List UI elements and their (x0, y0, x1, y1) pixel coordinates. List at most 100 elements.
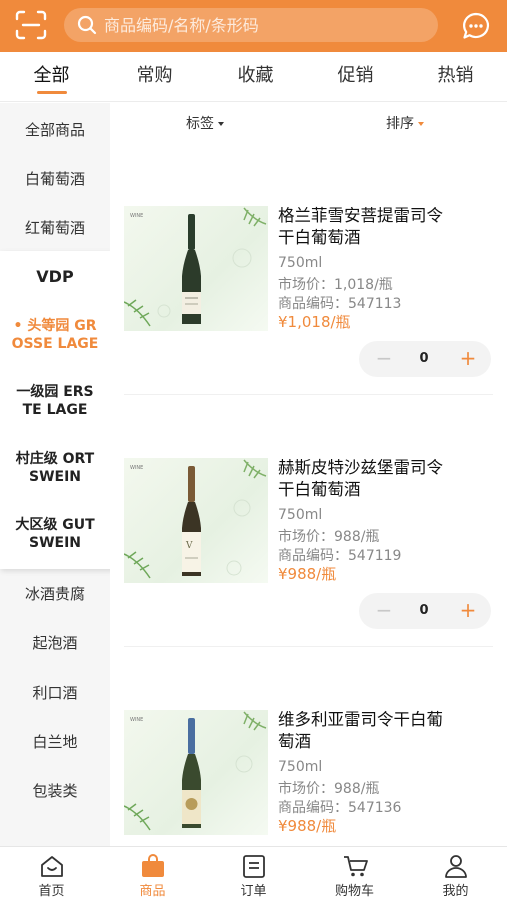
sidebar-item-ortswein[interactable]: 村庄级 ORT SWEIN (0, 450, 110, 486)
product-name-line: 萄酒 (278, 732, 311, 751)
user-icon (445, 855, 467, 878)
nav-orders[interactable]: 订单 (203, 847, 304, 900)
svg-text:WINE: WINE (130, 213, 143, 219)
sidebar-item-label: 一级园 ERS (16, 384, 94, 400)
product-image[interactable]: WINE (124, 206, 268, 331)
sidebar-item-grosse-lage[interactable]: • 头等园 GR OSSE LAGE (0, 317, 110, 353)
product-price: ¥988/瓶 (278, 565, 337, 583)
product-name[interactable]: 赫斯皮特沙兹堡雷司令 干白葡萄酒 (278, 457, 500, 501)
search-bar[interactable] (64, 8, 438, 42)
sidebar-item-sparkling[interactable]: 起泡酒 (0, 632, 110, 653)
product-volume: 750ml (278, 255, 323, 271)
tab-label: 热销 (437, 65, 474, 86)
product-market-price: 市场价：988/瓶 (278, 781, 380, 797)
product-image[interactable]: WINE (124, 710, 268, 835)
product-card[interactable]: WINE 格兰菲雪安菩提雷司令 干白葡萄酒 750ml 市场价：1,018/瓶 … (110, 143, 507, 395)
sidebar-subcategory-title[interactable]: VDP (0, 268, 110, 286)
decrease-button[interactable]: − (369, 341, 399, 377)
sidebar-item-red-wine[interactable]: 红葡萄酒 (0, 217, 110, 238)
product-code: 商品编码：547113 (278, 296, 402, 312)
tab-hot[interactable]: 热销 (405, 52, 506, 102)
product-market-price: 市场价：1,018/瓶 (278, 277, 393, 293)
tab-label: 全部 (33, 65, 70, 86)
sidebar-item-label: 大区级 GUT (15, 517, 95, 533)
quantity-stepper: − 0 + (359, 341, 491, 377)
quantity-value[interactable]: 0 (409, 593, 439, 629)
product-market-price: 市场价：988/瓶 (278, 529, 380, 545)
nav-label: 商品 (139, 884, 166, 899)
category-sidebar: 全部商品 白葡萄酒 红葡萄酒 VDP • 头等园 GR OSSE LAGE 一级… (0, 103, 115, 846)
product-name-line: 格兰菲雪安菩提雷司令 (278, 206, 443, 225)
tab-label: 收藏 (237, 65, 274, 86)
cart-icon (344, 856, 368, 877)
scan-icon[interactable] (14, 10, 48, 40)
tag-filter[interactable]: 标签 (186, 113, 224, 133)
sidebar-item-gutswein[interactable]: 大区级 GUT SWEIN (0, 516, 110, 552)
svg-text:WINE: WINE (130, 717, 143, 723)
nav-label: 订单 (240, 884, 267, 899)
increase-button[interactable]: + (453, 341, 483, 377)
product-name[interactable]: 格兰菲雪安菩提雷司令 干白葡萄酒 (278, 205, 500, 249)
product-code: 商品编码：547136 (278, 800, 402, 816)
filter-bar: 标签 排序 (110, 103, 507, 143)
bag-icon (142, 854, 164, 877)
tab-all[interactable]: 全部 (1, 52, 102, 102)
tab-frequent[interactable]: 常购 (104, 52, 205, 102)
sort-filter-label: 排序 (386, 116, 414, 132)
nav-home[interactable]: 首页 (1, 847, 102, 900)
nav-cart[interactable]: 购物车 (304, 847, 405, 900)
product-name-line: 维多利亚雷司令干白葡 (278, 710, 443, 729)
tab-favorites[interactable]: 收藏 (205, 52, 306, 102)
quantity-value[interactable]: 0 (409, 341, 439, 377)
bottom-navigation: 首页 商品 订单 购物车 我的 (0, 846, 507, 900)
message-icon[interactable] (461, 11, 491, 41)
tab-label: 常购 (136, 65, 173, 86)
product-card[interactable]: WINE V 赫斯皮特沙兹堡雷司令 干白葡萄酒 750ml 市场价：988/瓶 … (110, 395, 507, 647)
tab-label: 促销 (337, 65, 374, 86)
caret-down-icon (218, 122, 224, 126)
top-header (0, 0, 507, 52)
sidebar-item-label: SWEIN (28, 535, 81, 551)
search-icon (77, 15, 97, 35)
product-name-line: 赫斯皮特沙兹堡雷司令 (278, 458, 443, 477)
sidebar-item-label: 村庄级 ORT (15, 451, 95, 467)
product-volume: 750ml (278, 507, 323, 523)
product-image[interactable]: WINE V (124, 458, 268, 583)
svg-text:WINE: WINE (130, 465, 143, 471)
product-card[interactable]: WINE 维多利亚雷司令干白葡 萄酒 750ml 市场价：988/瓶 商品编码：… (110, 647, 507, 846)
sort-filter[interactable]: 排序 (386, 113, 424, 133)
product-price: ¥1,018/瓶 (278, 313, 351, 331)
nav-label: 购物车 (334, 884, 374, 899)
category-tabs: 全部 常购 收藏 促销 热销 (0, 52, 507, 102)
quantity-stepper: − 0 + (359, 593, 491, 629)
product-price: ¥988/瓶 (278, 817, 337, 835)
sidebar-item-packaging[interactable]: 包装类 (0, 780, 110, 801)
sidebar-item-liqueur[interactable]: 利口酒 (0, 682, 110, 703)
home-icon (41, 856, 63, 877)
decrease-button[interactable]: − (369, 593, 399, 629)
order-icon (243, 855, 265, 878)
product-name-line: 干白葡萄酒 (278, 228, 361, 247)
sidebar-item-label: TE LAGE (22, 402, 88, 418)
product-list: WINE 格兰菲雪安菩提雷司令 干白葡萄酒 750ml 市场价：1,018/瓶 … (110, 143, 507, 846)
product-volume: 750ml (278, 759, 323, 775)
sidebar-subcategory-panel: VDP • 头等园 GR OSSE LAGE 一级园 ERS TE LAGE 村… (0, 251, 115, 569)
tab-promotion[interactable]: 促销 (305, 52, 406, 102)
nav-products[interactable]: 商品 (102, 847, 203, 900)
sidebar-item-icewine[interactable]: 冰酒贵腐 (0, 583, 110, 604)
nav-profile[interactable]: 我的 (405, 847, 506, 900)
sidebar-item-label: • 头等园 GR (13, 318, 97, 334)
sidebar-item-label: OSSE LAGE (11, 336, 99, 352)
product-code: 商品编码：547119 (278, 548, 402, 564)
product-name[interactable]: 维多利亚雷司令干白葡 萄酒 (278, 709, 500, 753)
svg-text:V: V (185, 541, 193, 551)
increase-button[interactable]: + (453, 593, 483, 629)
sidebar-item-all-products[interactable]: 全部商品 (0, 119, 110, 140)
sidebar-item-label: SWEIN (28, 469, 81, 485)
product-name-line: 干白葡萄酒 (278, 480, 361, 499)
sidebar-item-brandy[interactable]: 白兰地 (0, 731, 110, 752)
sidebar-item-white-wine[interactable]: 白葡萄酒 (0, 168, 110, 189)
search-input[interactable] (104, 13, 424, 37)
active-tab-indicator (37, 91, 67, 94)
sidebar-item-erste-lage[interactable]: 一级园 ERS TE LAGE (0, 383, 110, 419)
